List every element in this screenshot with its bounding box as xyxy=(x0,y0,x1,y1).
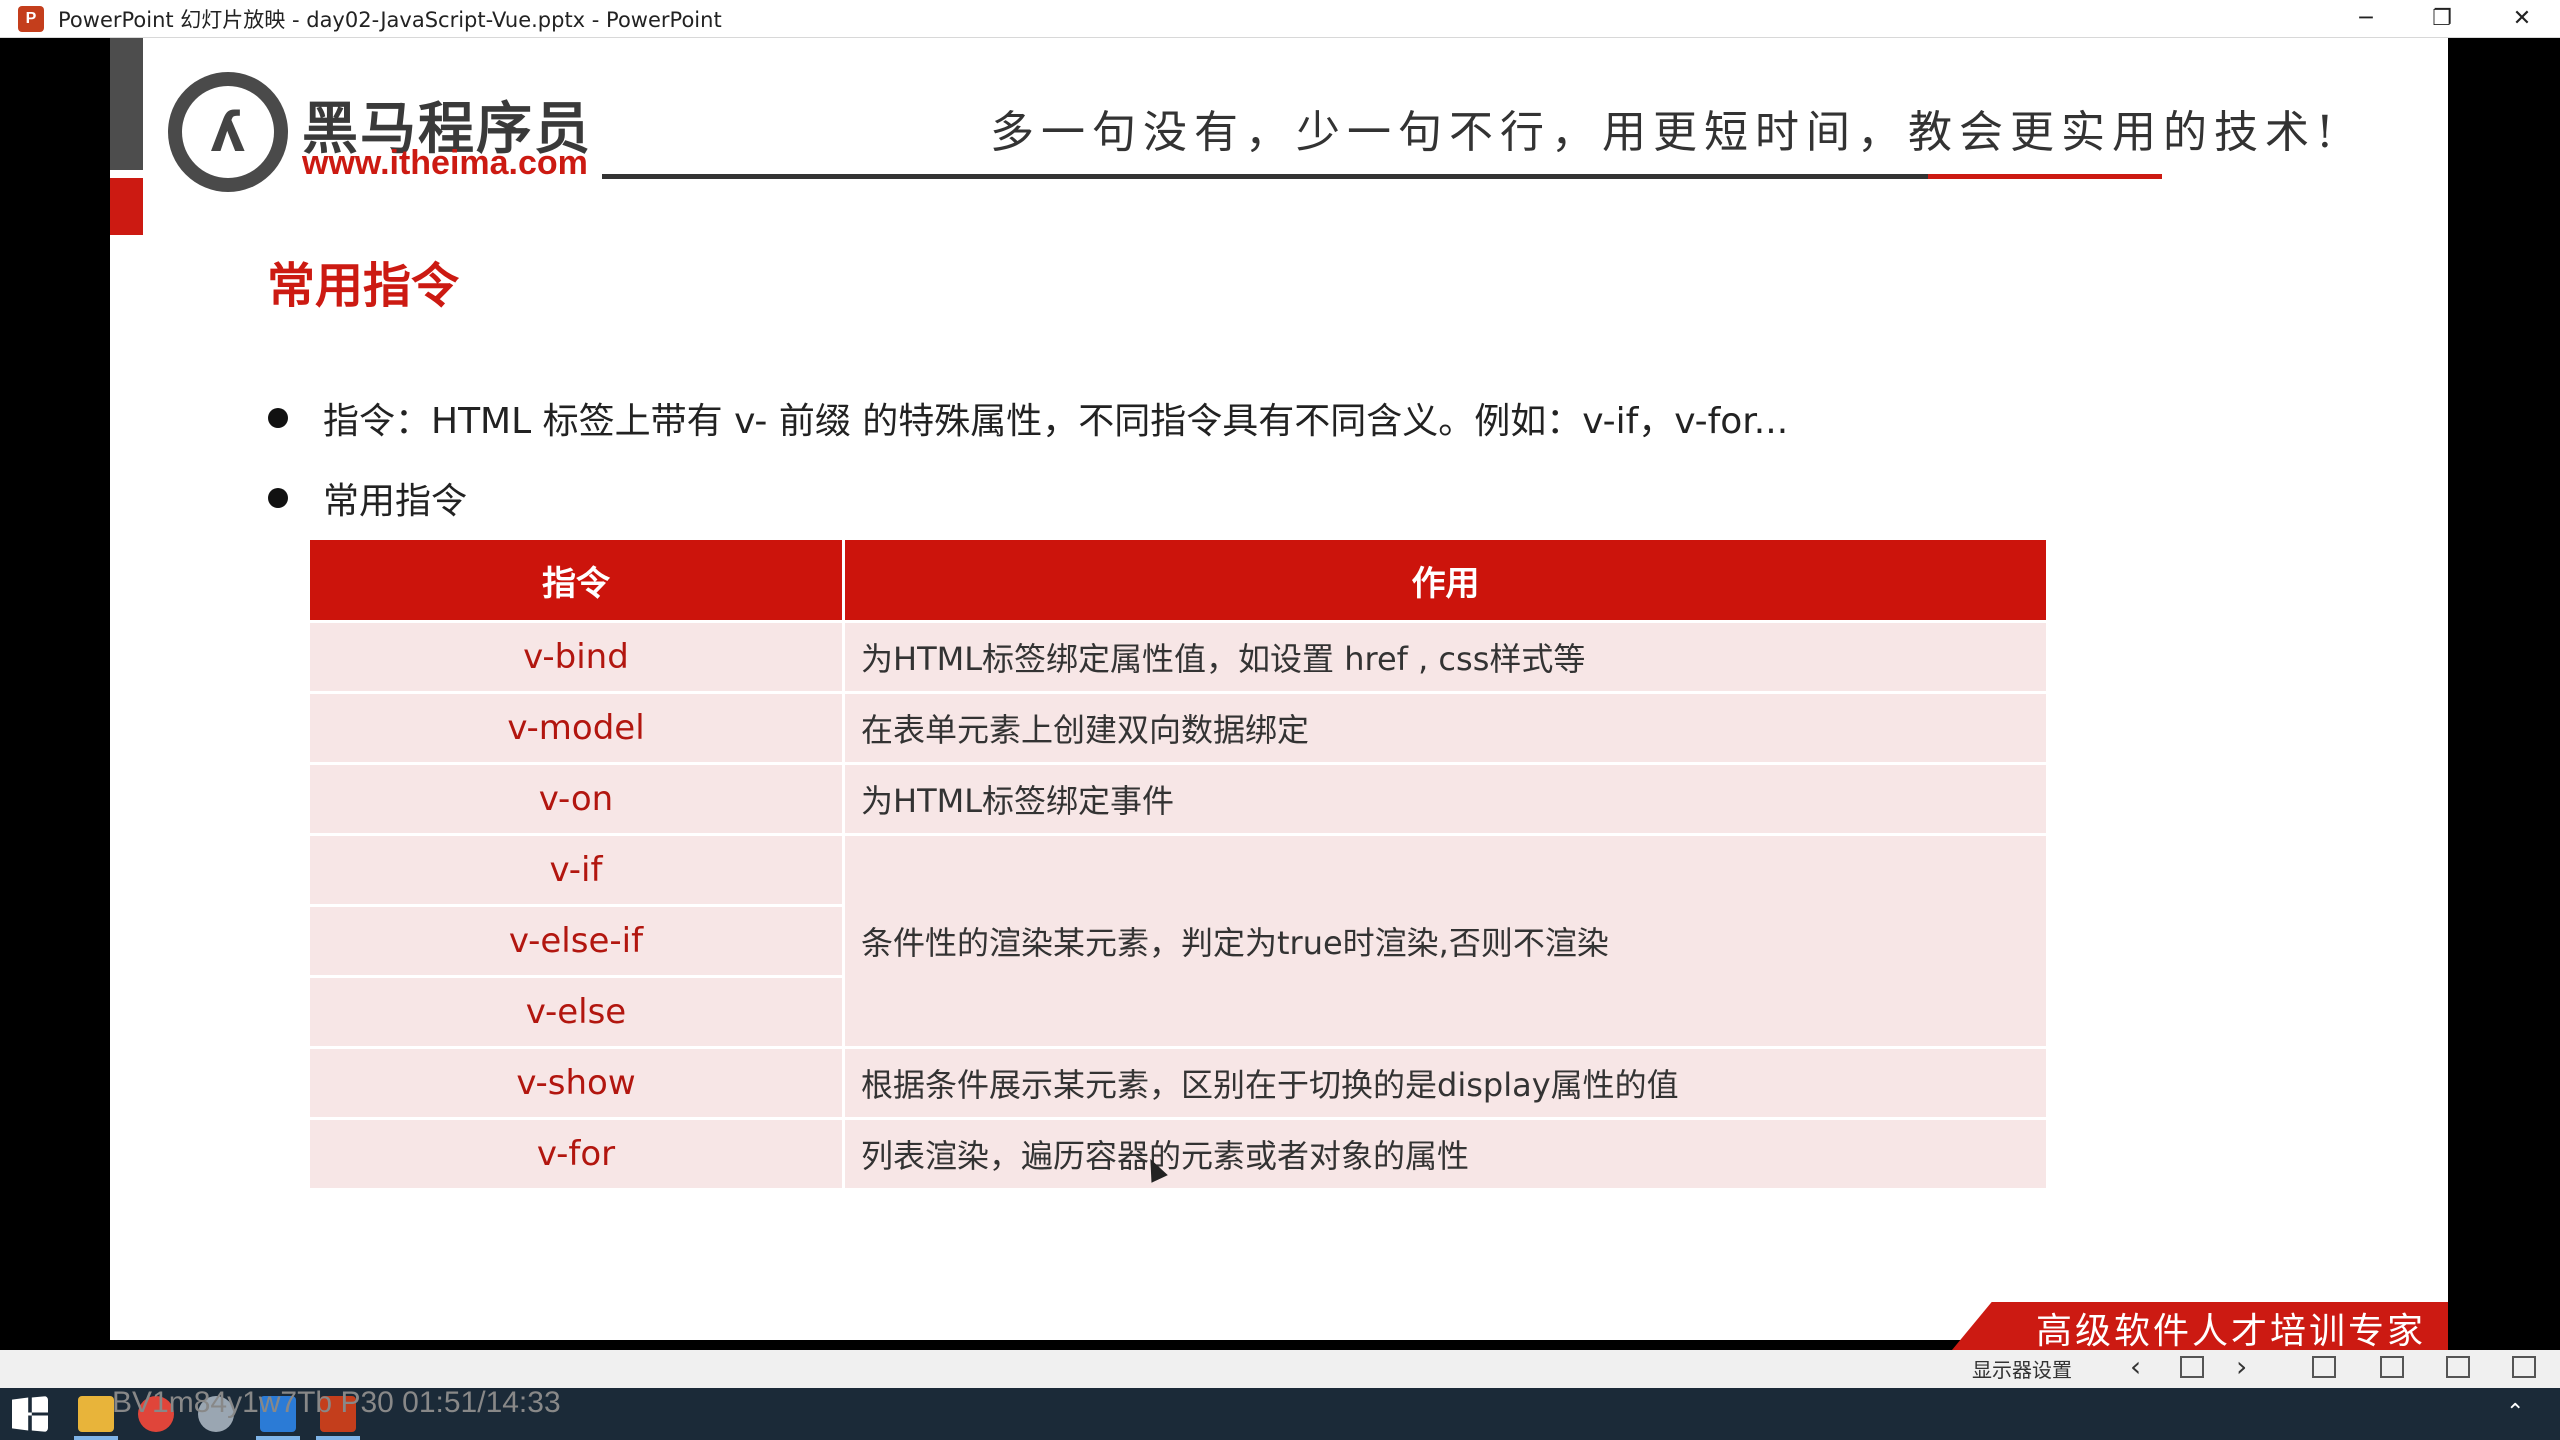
bullet-text: 常用指令 xyxy=(323,481,468,522)
table-row: v-for 列表渲染，遍历容器的元素或者对象的属性 xyxy=(310,1117,2046,1188)
directive-cell: v-if xyxy=(310,833,845,906)
presenter-view-icon[interactable] xyxy=(2512,1356,2536,1378)
footer-banner-text: 高级软件人才培训专家 xyxy=(2036,1311,2427,1352)
directive-cell: v-bind xyxy=(310,620,845,693)
directive-cell: v-else-if xyxy=(310,904,845,977)
start-windows-icon[interactable] xyxy=(12,1396,48,1432)
video-watermark: BV1m84y1w7Tb P30 01:51/14:33 xyxy=(112,1386,561,1419)
bullet-item: 指令：HTML 标签上带有 v- 前缀 的特殊属性，不同指令具有不同含义。例如：… xyxy=(268,392,1788,444)
previous-slide-button[interactable]: ‹ xyxy=(2130,1350,2141,1383)
directive-cell: v-model xyxy=(310,691,845,764)
bullet-dot-icon xyxy=(268,488,288,508)
display-settings-button[interactable]: 显示器设置 xyxy=(1972,1354,2072,1383)
description-cell: 列表渲染，遍历容器的元素或者对象的属性 xyxy=(843,1117,2046,1188)
tray-chevron-icon[interactable]: ⌃ xyxy=(2506,1400,2534,1428)
slide-sorter-icon[interactable] xyxy=(2180,1356,2204,1378)
window-title-bar: P PowerPoint 幻灯片放映 - day02-JavaScript-Vu… xyxy=(0,0,2560,38)
slide-heading: 常用指令 xyxy=(267,258,460,314)
powerpoint-app-icon: P xyxy=(18,5,44,32)
brand-url: www.itheima.com xyxy=(302,144,588,182)
description-cell: 为HTML标签绑定事件 xyxy=(843,762,2046,835)
directive-cell: v-show xyxy=(310,1046,845,1119)
description-cell: 在表单元素上创建双向数据绑定 xyxy=(843,691,2046,764)
description-cell: 根据条件展示某元素，区别在于切换的是display属性的值 xyxy=(843,1046,2046,1119)
header-divider xyxy=(602,174,2042,179)
directives-table: 指令 作用 v-bind 为HTML标签绑定属性值，如设置 href , css… xyxy=(310,540,2046,1188)
reading-view-icon[interactable] xyxy=(2446,1356,2470,1378)
slogan: 多一句没有，少一句不行，用更短时间，教会更实用的技术! xyxy=(990,107,2341,158)
brand-logo-icon: ʎ xyxy=(168,72,288,192)
minimize-button[interactable]: ─ xyxy=(2328,0,2404,37)
description-cell: 为HTML标签绑定属性值，如设置 href , css样式等 xyxy=(843,620,2046,693)
table-row: v-show 根据条件展示某元素，区别在于切换的是display属性的值 xyxy=(310,1046,2046,1119)
grid-view-icon[interactable] xyxy=(2380,1356,2404,1378)
description-cell: 条件性的渲染某元素，判定为true时渲染,否则不渲染 xyxy=(843,833,2046,1048)
table-row: v-on 为HTML标签绑定事件 xyxy=(310,762,2046,835)
table-header-purpose: 作用 xyxy=(843,540,2046,622)
slideshow-toolbar: 显示器设置 ‹ › xyxy=(0,1350,2560,1388)
next-slide-button[interactable]: › xyxy=(2236,1350,2247,1383)
bullet-item: 常用指令 xyxy=(268,472,467,524)
bullet-text: 指令：HTML 标签上带有 v- 前缀 的特殊属性，不同指令具有不同含义。例如：… xyxy=(323,401,1789,442)
window-title: PowerPoint 幻灯片放映 - day02-JavaScript-Vue.… xyxy=(58,7,722,32)
table-row: v-bind 为HTML标签绑定属性值，如设置 href , css样式等 xyxy=(310,620,2046,693)
close-button[interactable]: ✕ xyxy=(2484,0,2560,37)
header-red-bar xyxy=(110,178,143,235)
table-header-directive: 指令 xyxy=(310,540,845,622)
table-row: v-if 条件性的渲染某元素，判定为true时渲染,否则不渲染 xyxy=(310,833,2046,1048)
file-explorer-icon[interactable] xyxy=(78,1396,114,1432)
directive-cell: v-else xyxy=(310,975,845,1048)
normal-view-icon[interactable] xyxy=(2312,1356,2336,1378)
table-row: v-model 在表单元素上创建双向数据绑定 xyxy=(310,691,2046,764)
header-divider-accent xyxy=(1928,174,2162,179)
bullet-dot-icon xyxy=(268,408,288,428)
directive-cell: v-on xyxy=(310,762,845,835)
header-gray-bar xyxy=(110,38,143,170)
slide-canvas[interactable]: ʎ 黑马程序员 www.itheima.com 多一句没有，少一句不行，用更短时… xyxy=(110,38,2448,1340)
restore-button[interactable]: ❐ xyxy=(2404,0,2480,37)
directive-cell: v-for xyxy=(310,1117,845,1188)
